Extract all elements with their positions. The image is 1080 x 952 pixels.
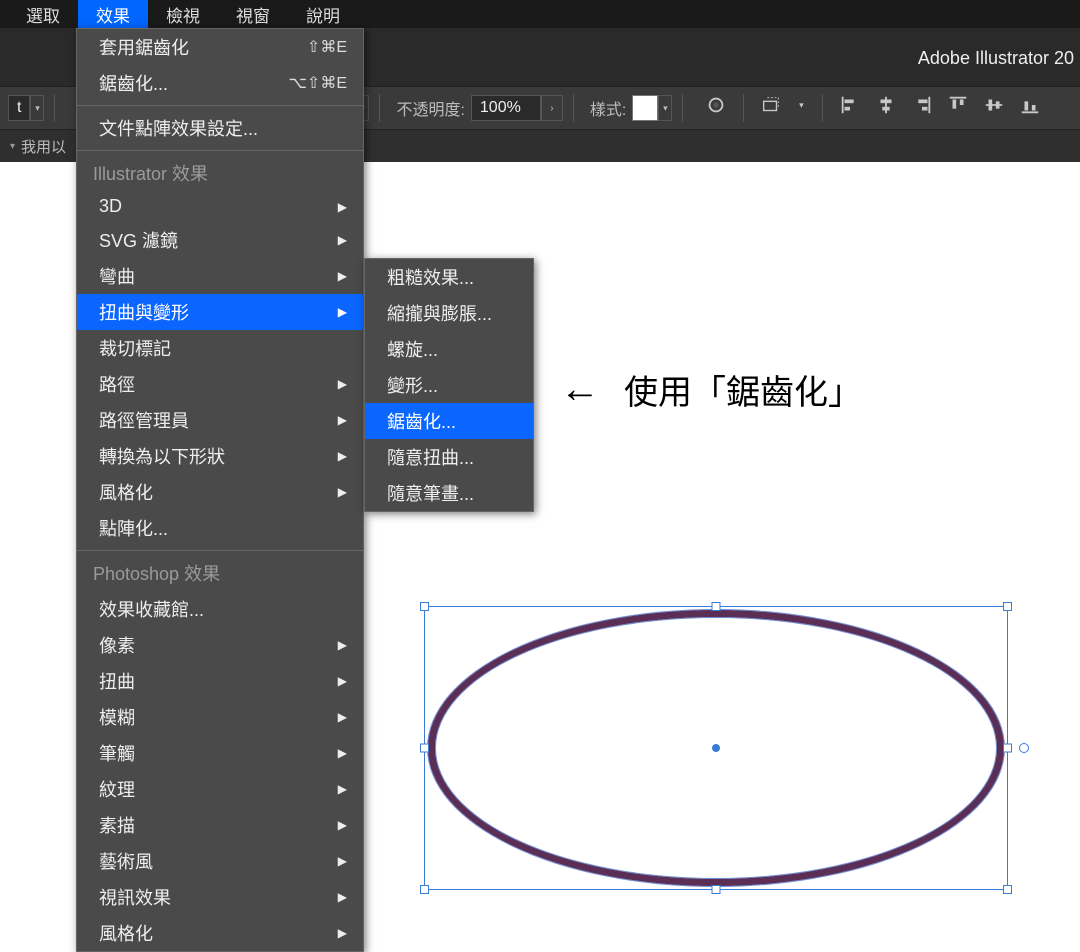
center-point-icon (712, 744, 720, 752)
app-title: Adobe Illustrator 20 (918, 48, 1080, 69)
distort-item-4[interactable]: 鋸齒化... (365, 403, 533, 439)
illustrator-effect-item-0[interactable]: 3D▶ (77, 191, 363, 222)
distort-item-6[interactable]: 隨意筆畫... (365, 475, 533, 511)
resize-handle-bc[interactable] (712, 885, 721, 894)
photoshop-effect-item-9[interactable]: 風格化▶ (77, 915, 363, 951)
style-label: 樣式: (590, 96, 626, 120)
submenu-arrow-icon: ▶ (338, 377, 347, 391)
group-illustrator-effects: Illustrator 效果 (77, 155, 363, 191)
menu-effect[interactable]: 效果 (78, 0, 148, 31)
effects-dropdown: 套用鋸齒化 ⇧⌘E 鋸齒化... ⌥⇧⌘E 文件點陣效果設定... Illust… (76, 28, 364, 952)
submenu-arrow-icon: ▶ (338, 710, 347, 724)
resize-handle-bl[interactable] (420, 885, 429, 894)
photoshop-effect-item-4[interactable]: 筆觸▶ (77, 735, 363, 771)
submenu-arrow-icon: ▶ (338, 413, 347, 427)
distort-item-5[interactable]: 隨意扭曲... (365, 439, 533, 475)
chevron-down-icon[interactable]: ▾ (10, 141, 15, 152)
distort-item-2[interactable]: 螺旋... (365, 331, 533, 367)
photoshop-effect-item-3[interactable]: 模糊▶ (77, 699, 363, 735)
opacity-field[interactable]: 100% (471, 95, 541, 121)
photoshop-effect-item-8[interactable]: 視訊效果▶ (77, 879, 363, 915)
resize-handle-tr[interactable] (1003, 602, 1012, 611)
rotate-handle[interactable] (1019, 743, 1029, 753)
distort-item-3[interactable]: 變形... (365, 367, 533, 403)
submenu-arrow-icon: ▶ (338, 926, 347, 940)
illustrator-effect-item-3[interactable]: 扭曲與變形▶ (77, 294, 363, 330)
distort-item-0[interactable]: 粗糙效果... (365, 259, 533, 295)
photoshop-effect-item-0[interactable]: 效果收藏館... (77, 591, 363, 627)
font-field-stub[interactable]: t (8, 95, 30, 121)
opacity-label: 不透明度: (396, 96, 464, 120)
annotation-text: 使用「鋸齒化」 (624, 365, 862, 414)
opacity-step-icon[interactable]: › (541, 95, 563, 121)
submenu-arrow-icon: ▶ (338, 674, 347, 688)
submenu-arrow-icon: ▶ (338, 818, 347, 832)
align-left-icon[interactable] (839, 94, 861, 116)
submenu-arrow-icon: ▶ (338, 269, 347, 283)
distort-item-1[interactable]: 縮攏與膨脹... (365, 295, 533, 331)
menu-zigzag-reapply[interactable]: 鋸齒化... ⌥⇧⌘E (77, 65, 363, 101)
style-dropdown-icon[interactable]: ▾ (658, 95, 672, 121)
photoshop-effect-item-5[interactable]: 紋理▶ (77, 771, 363, 807)
selection-bounding-box (424, 606, 1008, 890)
illustrator-effect-item-7[interactable]: 轉換為以下形狀▶ (77, 438, 363, 474)
annotation-label: ← 使用「鋸齒化」 (560, 365, 862, 414)
transform-dd-icon[interactable]: ▾ (796, 94, 806, 116)
menu-view[interactable]: 檢視 (148, 0, 218, 31)
submenu-arrow-icon: ▶ (338, 233, 347, 247)
resize-handle-tc[interactable] (712, 602, 721, 611)
submenu-arrow-icon: ▶ (338, 200, 347, 214)
photoshop-effect-item-1[interactable]: 像素▶ (77, 627, 363, 663)
style-swatch[interactable] (632, 95, 658, 121)
resize-handle-br[interactable] (1003, 885, 1012, 894)
submenu-arrow-icon: ▶ (338, 782, 347, 796)
illustrator-effect-item-2[interactable]: 彎曲▶ (77, 258, 363, 294)
align-bottom-icon[interactable] (1019, 94, 1041, 116)
align-hcenter-icon[interactable] (875, 94, 897, 116)
arrow-left-icon: ← (560, 367, 596, 412)
selected-ellipse-object[interactable] (428, 610, 1004, 886)
menu-help[interactable]: 說明 (288, 0, 358, 31)
menu-select[interactable]: 選取 (8, 0, 78, 31)
menu-apply-zigzag[interactable]: 套用鋸齒化 ⇧⌘E (77, 29, 363, 65)
submenu-arrow-icon: ▶ (338, 854, 347, 868)
resize-handle-rc[interactable] (1003, 744, 1012, 753)
transform-icon[interactable] (760, 94, 782, 116)
menu-window[interactable]: 視窗 (218, 0, 288, 31)
group-photoshop-effects: Photoshop 效果 (77, 555, 363, 591)
submenu-arrow-icon: ▶ (338, 449, 347, 463)
submenu-arrow-icon: ▶ (338, 305, 347, 319)
align-vcenter-icon[interactable] (983, 94, 1005, 116)
main-menubar: 選取 效果 檢視 視窗 說明 (0, 0, 1080, 28)
photoshop-effect-item-2[interactable]: 扭曲▶ (77, 663, 363, 699)
align-right-icon[interactable] (911, 94, 933, 116)
resize-handle-tl[interactable] (420, 602, 429, 611)
illustrator-effect-item-1[interactable]: SVG 濾鏡▶ (77, 222, 363, 258)
submenu-arrow-icon: ▶ (338, 890, 347, 904)
recolor-icon[interactable] (705, 94, 727, 116)
illustrator-effect-item-4[interactable]: 裁切標記 (77, 330, 363, 366)
font-dropdown-icon[interactable]: ▾ (30, 95, 44, 121)
submenu-arrow-icon: ▶ (338, 485, 347, 499)
photoshop-effect-item-6[interactable]: 素描▶ (77, 807, 363, 843)
illustrator-effect-item-6[interactable]: 路徑管理員▶ (77, 402, 363, 438)
menu-doc-raster-settings[interactable]: 文件點陣效果設定... (77, 110, 363, 146)
illustrator-effect-item-5[interactable]: 路徑▶ (77, 366, 363, 402)
sub-bar-item[interactable]: 我用以 (21, 136, 66, 157)
illustrator-effect-item-8[interactable]: 風格化▶ (77, 474, 363, 510)
illustrator-effect-item-9[interactable]: 點陣化... (77, 510, 363, 546)
distort-submenu: 粗糙效果...縮攏與膨脹...螺旋...變形...鋸齒化...隨意扭曲...隨意… (364, 258, 534, 512)
align-top-icon[interactable] (947, 94, 969, 116)
submenu-arrow-icon: ▶ (338, 746, 347, 760)
submenu-arrow-icon: ▶ (338, 638, 347, 652)
photoshop-effect-item-7[interactable]: 藝術風▶ (77, 843, 363, 879)
resize-handle-lc[interactable] (420, 744, 429, 753)
